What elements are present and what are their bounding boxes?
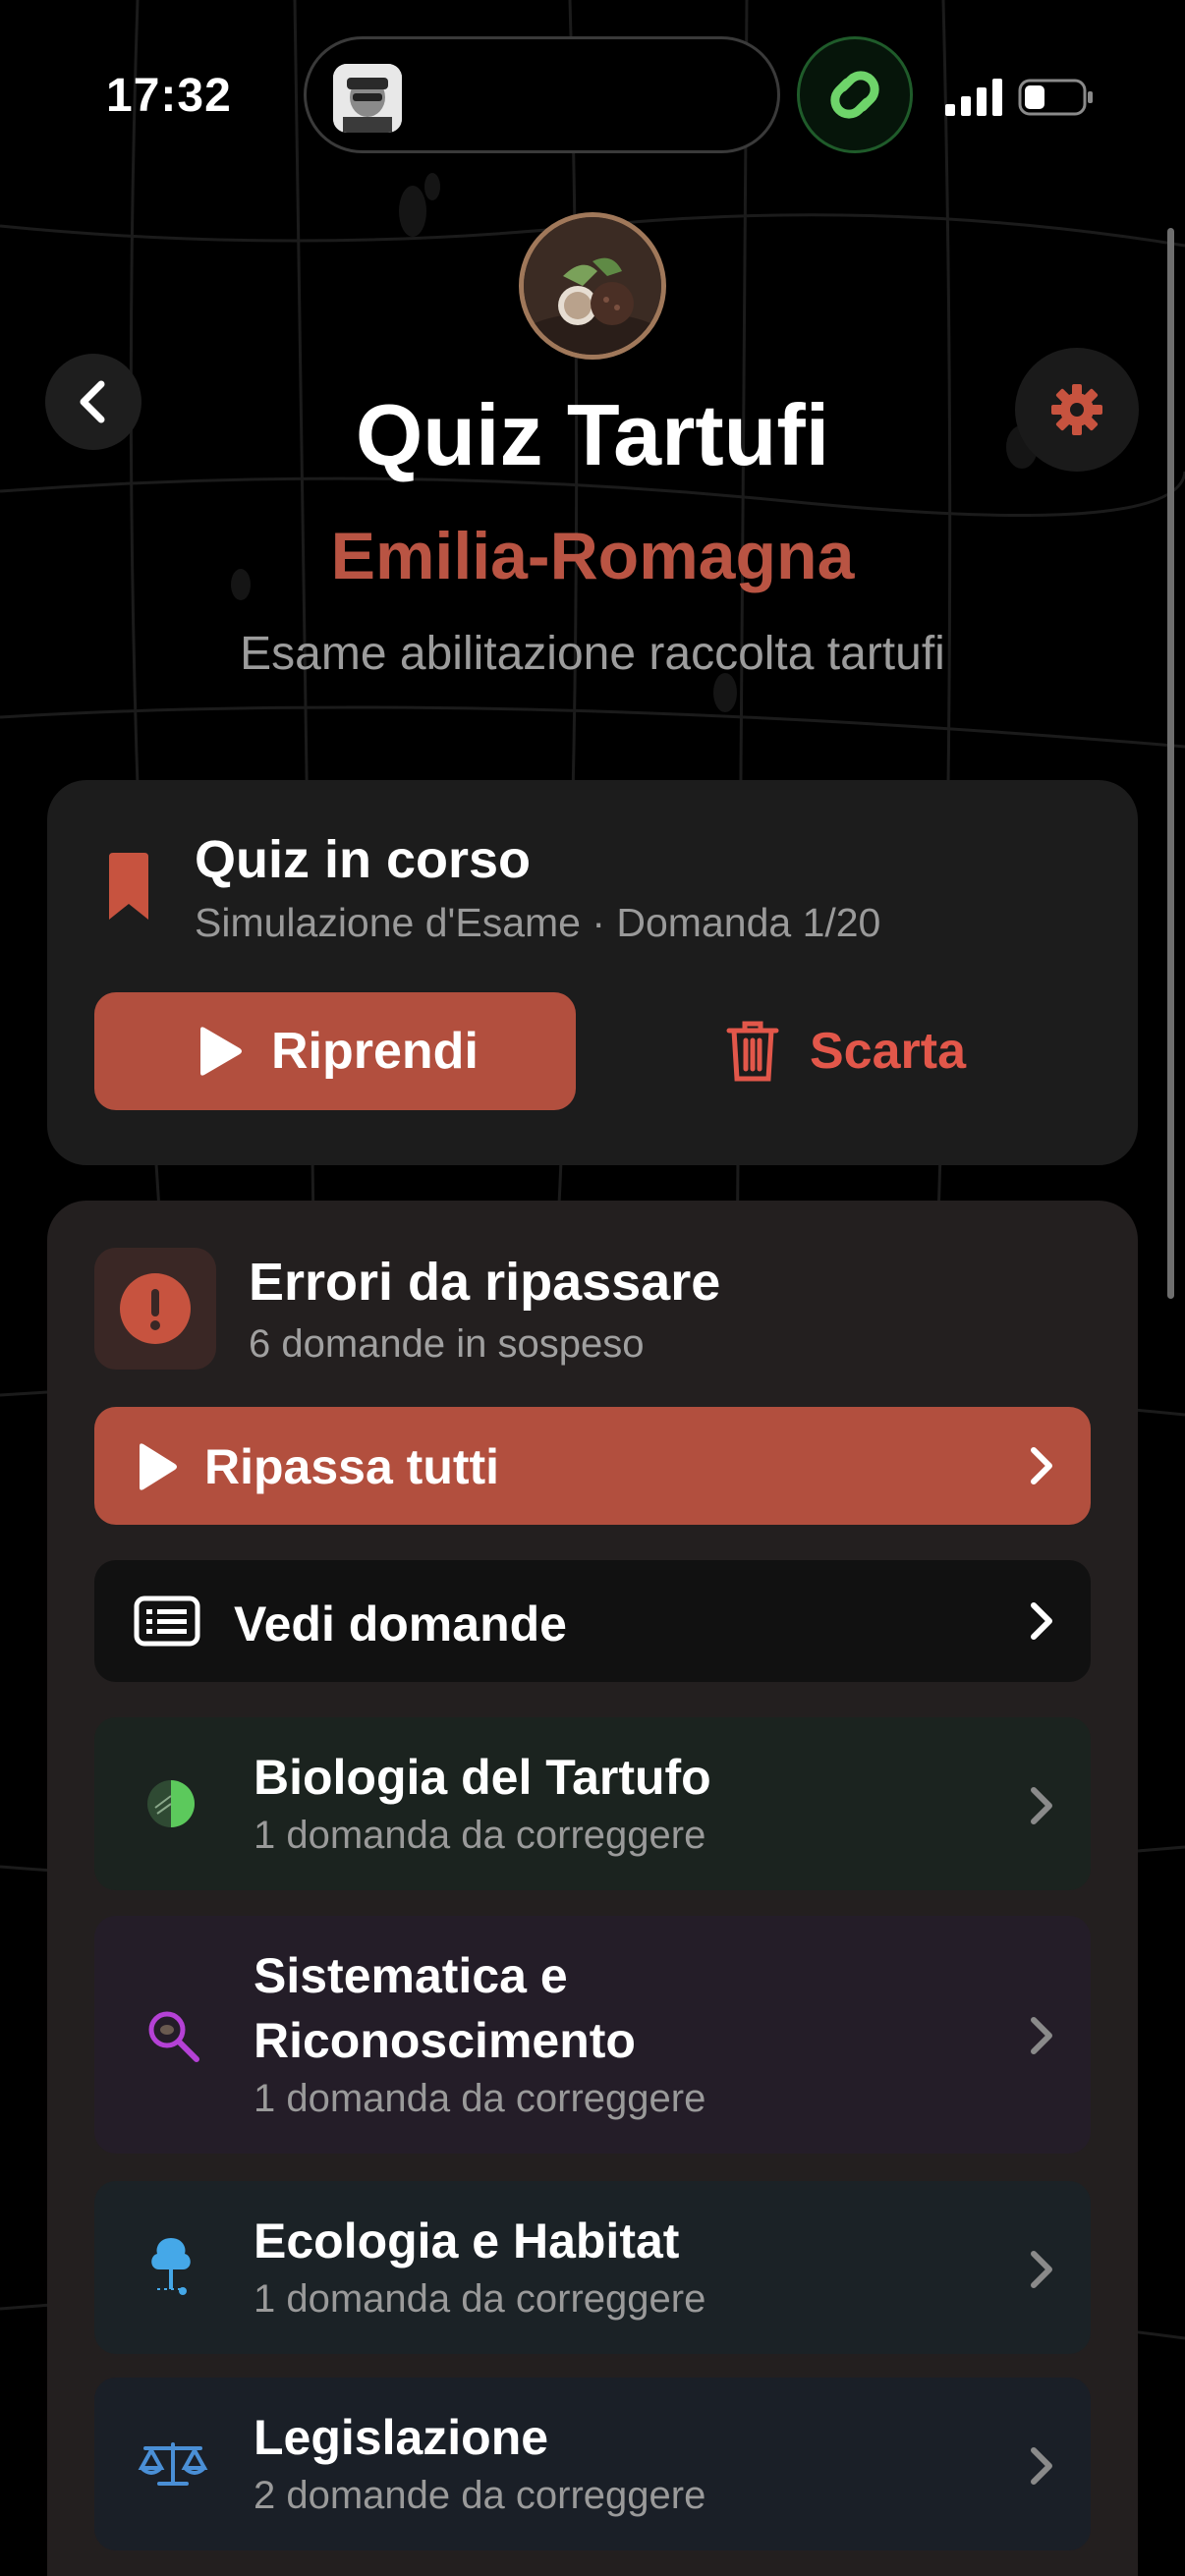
tree-icon <box>151 2238 191 2295</box>
play-icon <box>140 1443 177 1490</box>
alert-icon-container <box>94 1248 216 1370</box>
category-name: Sistematica e Riconoscimento <box>254 1948 636 2068</box>
pie-chart-icon <box>147 1780 195 1827</box>
chevron-right-icon <box>1031 2251 1052 2288</box>
category-ecologia[interactable]: Ecologia e Habitat 1 domanda da corregge… <box>94 2181 1091 2354</box>
page-title: Quiz Tartufi <box>355 386 830 483</box>
errors-title: Errori da ripassare <box>249 1253 721 1312</box>
link-activity-icon <box>797 36 913 153</box>
alert-icon <box>120 1273 191 1344</box>
chevron-right-icon <box>1031 2447 1052 2485</box>
bookmark-icon <box>109 853 148 920</box>
review-all-label: Ripassa tutti <box>204 1439 500 1494</box>
chevron-right-icon <box>1031 1787 1052 1824</box>
magnifier-icon <box>148 2011 199 2062</box>
app-screen: 17:32 Quiz Tartufi Emilia-Romagna Esame … <box>0 0 1185 2576</box>
page-subtitle: Esame abilitazione raccolta tartufi <box>240 628 945 680</box>
resume-button[interactable]: Riprendi <box>94 992 576 1110</box>
play-icon <box>200 1027 242 1076</box>
review-all-button[interactable]: Ripassa tutti <box>94 1407 1091 1525</box>
scales-icon <box>138 2442 208 2486</box>
chevron-right-icon <box>1031 1447 1052 1484</box>
category-name: Ecologia e Habitat <box>254 2213 680 2268</box>
battery-icon <box>1018 79 1093 116</box>
category-name: Biologia del Tartufo <box>254 1750 711 1805</box>
trash-icon <box>726 1021 779 1082</box>
quiz-in-progress-title: Quiz in corso <box>195 830 532 889</box>
cellular-signal-icon <box>945 79 1002 116</box>
chevron-right-icon <box>1031 2017 1052 2054</box>
category-biologia[interactable]: Biologia del Tartufo 1 domanda da correg… <box>94 1717 1091 1890</box>
live-activity-avatar <box>333 64 402 133</box>
region-title: Emilia-Romagna <box>330 519 855 593</box>
status-time: 17:32 <box>106 70 232 122</box>
category-count: 1 domanda da correggere <box>254 1814 706 1857</box>
quiz-in-progress-subtitle: Simulazione d'Esame · Domanda 1/20 <box>195 900 881 945</box>
category-count: 1 domanda da correggere <box>254 2077 706 2120</box>
category-sistematica[interactable]: Sistematica e Riconoscimento 1 domanda d… <box>94 1916 1091 2154</box>
list-icon <box>134 1596 200 1647</box>
resume-button-label: Riprendi <box>271 1023 479 1080</box>
errors-to-review-card: Errori da ripassare 6 domande in sospeso… <box>47 1201 1138 2576</box>
app-logo <box>519 212 666 360</box>
category-name: Legislazione <box>254 2410 549 2465</box>
discard-button-label: Scarta <box>810 1023 966 1080</box>
see-questions-button[interactable]: Vedi domande <box>94 1560 1091 1682</box>
quiz-in-progress-card: Quiz in corso Simulazione d'Esame · Doma… <box>47 780 1138 1165</box>
category-count: 2 domande da correggere <box>254 2474 706 2517</box>
scrollbar[interactable] <box>1167 228 1174 1299</box>
category-legislazione[interactable]: Legislazione 2 domande da correggere <box>94 2378 1091 2550</box>
chevron-right-icon <box>1031 1602 1052 1640</box>
errors-subtitle: 6 domande in sospeso <box>249 1322 645 1366</box>
dynamic-island <box>304 36 780 153</box>
see-questions-label: Vedi domande <box>234 1596 567 1652</box>
discard-button[interactable]: Scarta <box>725 1016 966 1087</box>
category-count: 1 domanda da correggere <box>254 2277 706 2321</box>
